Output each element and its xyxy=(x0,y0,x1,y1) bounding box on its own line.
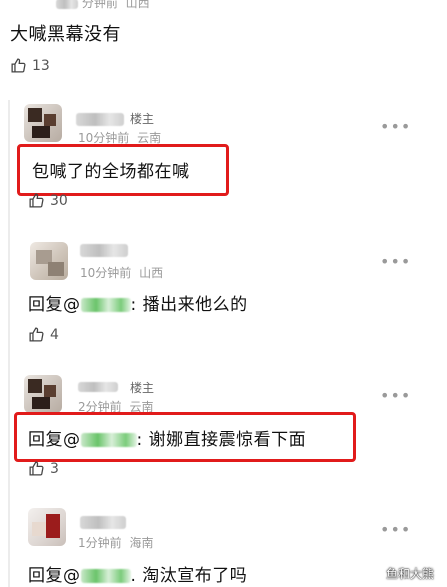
reply-like-button[interactable]: 3 xyxy=(28,460,59,477)
reply-text: 包喊了的全场都在喊 xyxy=(32,162,190,182)
reply-username[interactable] xyxy=(78,382,118,392)
more-dots-icon[interactable]: ••• xyxy=(380,117,411,136)
like-count: 4 xyxy=(50,326,59,343)
host-badge: 楼主 xyxy=(130,112,155,126)
reply-username[interactable] xyxy=(80,516,126,529)
avatar[interactable] xyxy=(24,375,62,413)
reply-text: 回复@. 淘汰宣布了吗 xyxy=(28,566,248,586)
reply-username[interactable] xyxy=(76,113,124,126)
like-count: 13 xyxy=(32,57,50,74)
mention-username[interactable] xyxy=(80,569,131,583)
host-badge: 楼主 xyxy=(130,381,155,395)
reply-text: 回复@: 播出来他么的 xyxy=(28,295,248,315)
reply-meta: 1分钟前 海南 xyxy=(78,536,154,550)
more-dots-icon[interactable]: ••• xyxy=(380,386,411,405)
watermark: 鱼和大熊 xyxy=(386,567,435,581)
more-dots-icon[interactable]: ••• xyxy=(380,252,411,271)
thumbs-up-icon xyxy=(29,193,44,208)
top-comment-text: 大喊黑幕没有 xyxy=(10,24,121,45)
thread-line xyxy=(8,100,10,587)
top-comment-meta: 分钟前 山西 xyxy=(56,0,150,11)
avatar[interactable] xyxy=(24,104,62,142)
top-comment-like-button[interactable]: 13 xyxy=(10,57,50,74)
mention-username[interactable] xyxy=(80,433,137,447)
reply-like-button[interactable]: 30 xyxy=(28,192,68,209)
reply-username[interactable] xyxy=(80,244,128,257)
thumbs-up-icon xyxy=(29,327,44,342)
thumbs-up-icon xyxy=(29,461,44,476)
avatar[interactable] xyxy=(30,242,68,280)
mention-username[interactable] xyxy=(80,298,131,312)
thumbs-up-icon xyxy=(11,58,26,73)
reply-meta: 10分钟前 山西 xyxy=(80,266,164,280)
reply-like-button[interactable]: 4 xyxy=(28,326,59,343)
like-count: 3 xyxy=(50,460,59,477)
avatar[interactable] xyxy=(28,508,66,546)
like-count: 30 xyxy=(50,192,68,209)
more-dots-icon[interactable]: ••• xyxy=(380,520,411,539)
reply-text: 回复@: 谢娜直接震惊看下面 xyxy=(28,430,307,450)
